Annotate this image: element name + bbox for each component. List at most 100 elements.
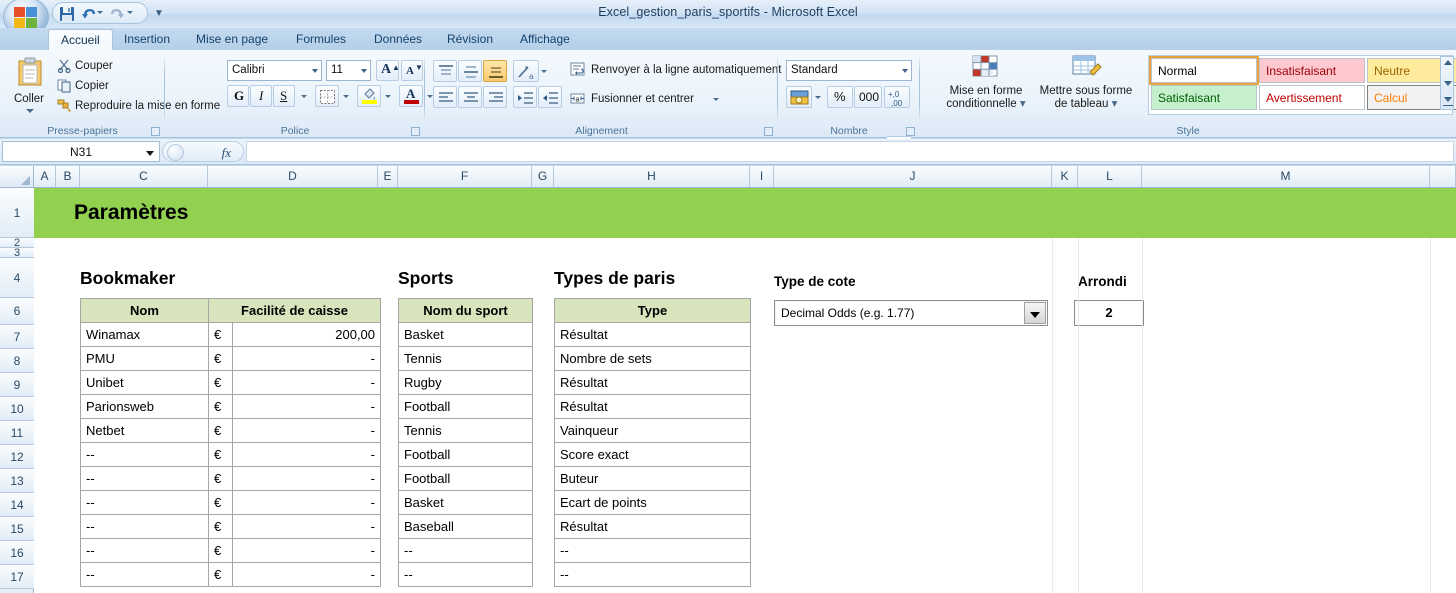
cell-sport-name[interactable]: -- [398, 562, 533, 587]
row-header-9[interactable]: 9 [0, 373, 34, 397]
style-cell-insatisfaisant[interactable]: Insatisfaisant [1259, 58, 1365, 83]
cell-bookmaker-value[interactable]: - [231, 418, 382, 443]
cell-currency-symbol[interactable]: € [208, 394, 233, 419]
cell-currency-symbol[interactable]: € [208, 466, 233, 491]
row-header-4[interactable]: 4 [0, 258, 34, 298]
column-header-g[interactable]: G [532, 166, 554, 187]
percent-format-button[interactable]: % [827, 86, 853, 108]
table-row[interactable]: Résultat [554, 370, 751, 395]
italic-button[interactable]: I [250, 85, 272, 107]
table-row[interactable]: Résultat [554, 394, 751, 419]
cell-bookmaker-nom[interactable]: -- [80, 514, 209, 539]
row-header-11[interactable]: 11 [0, 421, 34, 445]
cell-bookmaker-value[interactable]: - [231, 466, 382, 491]
odds-type-dropdown-button[interactable] [1024, 302, 1046, 324]
table-row[interactable]: Football [398, 442, 533, 467]
underline-button[interactable]: S [273, 85, 295, 107]
row-header-16[interactable]: 16 [0, 541, 34, 565]
borders-button[interactable] [315, 85, 339, 107]
paste-dropdown-icon[interactable] [26, 109, 34, 113]
tab-affichage[interactable]: Affichage [508, 29, 582, 50]
column-header-j[interactable]: J [774, 166, 1052, 187]
cell-sport-name[interactable]: Tennis [398, 418, 533, 443]
column-header-e[interactable]: E [378, 166, 398, 187]
table-row[interactable]: Baseball [398, 514, 533, 539]
table-row[interactable]: Basket [398, 322, 533, 347]
font-color-button[interactable]: A [399, 85, 423, 107]
orientation-dropdown-icon[interactable] [541, 70, 547, 73]
table-row[interactable]: -- € - [80, 538, 382, 563]
formula-input[interactable] [246, 141, 1454, 162]
row-header-15[interactable]: 15 [0, 517, 34, 541]
number-format-select[interactable]: Standard [786, 60, 912, 81]
cell-sport-name[interactable]: Basket [398, 490, 533, 515]
row-header-1[interactable]: 1 [0, 188, 34, 238]
cell-bookmaker-nom[interactable]: -- [80, 442, 209, 467]
column-header-b[interactable]: B [56, 166, 80, 187]
table-row[interactable]: Vainqueur [554, 418, 751, 443]
table-row[interactable]: -- € - [80, 562, 382, 587]
cell-currency-symbol[interactable]: € [208, 442, 233, 467]
tab-donnees[interactable]: Données [362, 29, 434, 50]
cell-bet-type[interactable]: Résultat [554, 514, 751, 539]
cell-bookmaker-value[interactable]: - [231, 370, 382, 395]
tab-accueil[interactable]: Accueil [48, 29, 113, 51]
cell-bet-type[interactable]: -- [554, 562, 751, 587]
column-header-i[interactable]: I [750, 166, 774, 187]
style-cell-normal[interactable]: Normal [1149, 56, 1259, 85]
cell-bookmaker-value[interactable]: - [231, 562, 382, 587]
column-header-a[interactable]: A [34, 166, 56, 187]
fill-color-dropdown-icon[interactable] [385, 95, 391, 98]
name-box-dropdown-icon[interactable] [146, 151, 154, 156]
style-gallery-scrollbar[interactable] [1440, 56, 1454, 110]
row-header-6[interactable]: 6 [0, 298, 34, 325]
cell-currency-symbol[interactable]: € [208, 418, 233, 443]
table-row[interactable]: Buteur [554, 466, 751, 491]
currency-dropdown-icon[interactable] [815, 96, 821, 99]
cell-sport-name[interactable]: Rugby [398, 370, 533, 395]
cell-sport-name[interactable]: -- [398, 538, 533, 563]
table-row[interactable]: PMU € - [80, 346, 382, 371]
table-row[interactable]: Ecart de points [554, 490, 751, 515]
alignment-dialog-launcher[interactable] [764, 127, 773, 136]
cell-bet-type[interactable]: -- [554, 538, 751, 563]
table-row[interactable]: Résultat [554, 514, 751, 539]
increase-decimal-button[interactable]: +,0 ,00 [884, 86, 910, 108]
align-top-button[interactable] [433, 60, 457, 82]
table-row[interactable]: Football [398, 394, 533, 419]
cell-bet-type[interactable]: Ecart de points [554, 490, 751, 515]
table-row[interactable]: -- € - [80, 490, 382, 515]
bet-types-col-header[interactable]: Type [554, 298, 751, 323]
borders-dropdown-icon[interactable] [343, 95, 349, 98]
cell-bookmaker-value[interactable]: - [231, 442, 382, 467]
format-as-table-button[interactable]: Mettre sous forme de tableau ▾ [1038, 54, 1134, 111]
column-header-k[interactable]: K [1052, 166, 1078, 187]
table-row[interactable]: Parionsweb € - [80, 394, 382, 419]
font-size-select[interactable]: 11 [326, 60, 371, 81]
underline-dropdown-icon[interactable] [301, 95, 307, 98]
cell-currency-symbol[interactable]: € [208, 514, 233, 539]
cell-bookmaker-value[interactable]: - [231, 514, 382, 539]
table-row[interactable]: Score exact [554, 442, 751, 467]
bookmaker-col-nom[interactable]: Nom [80, 298, 209, 323]
cell-currency-symbol[interactable]: € [208, 562, 233, 587]
row-header-3[interactable]: 3 [0, 248, 34, 259]
currency-format-button[interactable] [786, 86, 812, 108]
table-row[interactable]: -- € - [80, 442, 382, 467]
gallery-expand-icon[interactable] [1444, 97, 1452, 102]
cell-bookmaker-value[interactable]: - [231, 538, 382, 563]
style-cell-satisfaisant[interactable]: Satisfaisant [1151, 85, 1257, 110]
table-row[interactable]: -- [554, 538, 751, 563]
copy-button[interactable]: Copier [75, 80, 109, 92]
column-header-n[interactable] [1430, 166, 1456, 187]
tab-formules[interactable]: Formules [284, 29, 358, 50]
cell-bookmaker-nom[interactable]: PMU [80, 346, 209, 371]
insert-function-icon[interactable]: fx [222, 145, 231, 161]
gallery-scroll-up-icon[interactable] [1444, 60, 1452, 65]
cell-sport-name[interactable]: Football [398, 442, 533, 467]
merge-center-dropdown-icon[interactable] [713, 98, 719, 101]
cell-bet-type[interactable]: Buteur [554, 466, 751, 491]
cell-bookmaker-value[interactable]: - [231, 490, 382, 515]
align-center-button[interactable] [458, 86, 482, 108]
table-row[interactable]: -- [398, 538, 533, 563]
